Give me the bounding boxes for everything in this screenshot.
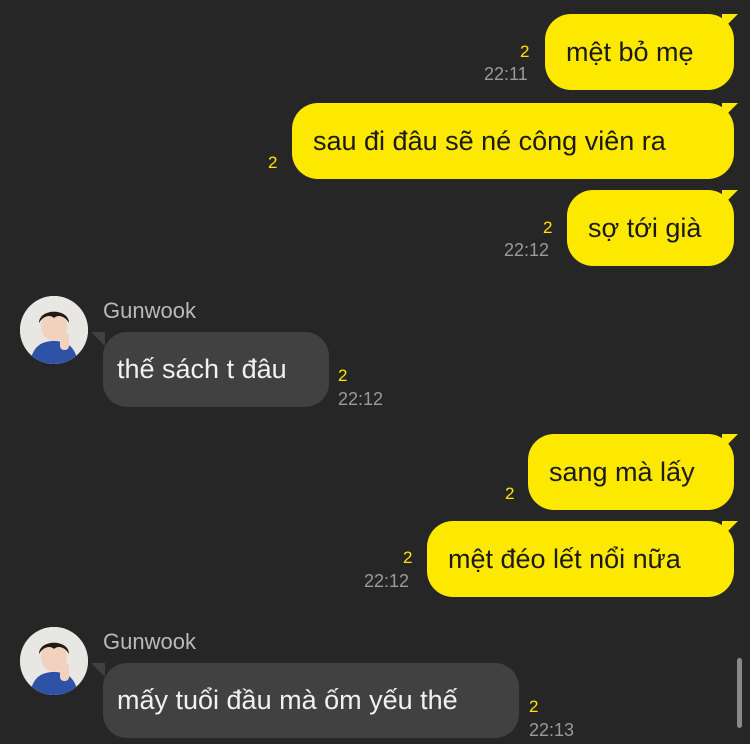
bubble-tail bbox=[91, 332, 105, 346]
message-bubble-received[interactable]: mấy tuổi đầu mà ốm yếu thế bbox=[103, 663, 519, 738]
unread-count: 2 bbox=[403, 548, 413, 567]
avatar[interactable] bbox=[20, 296, 88, 364]
message-text: mấy tuổi đầu mà ốm yếu thế bbox=[117, 685, 458, 715]
sender-name: Gunwook bbox=[103, 629, 196, 654]
message-text: mệt đéo lết nổi nữa bbox=[448, 543, 681, 574]
message-bubble-sent[interactable]: sang mà lấy bbox=[528, 434, 734, 510]
unread-count: 2 bbox=[543, 218, 553, 237]
message-bubble-received[interactable]: thế sách t đâu bbox=[103, 332, 329, 407]
message-bubble-sent[interactable]: sợ tới già bbox=[567, 190, 734, 266]
unread-count: 2 bbox=[338, 366, 348, 385]
message-bubble-sent[interactable]: mệt bỏ mẹ bbox=[545, 14, 734, 90]
unread-count: 2 bbox=[268, 153, 278, 172]
message-time: 22:13 bbox=[529, 720, 575, 740]
bubble-tail bbox=[722, 190, 738, 206]
bubble-tail bbox=[722, 103, 738, 119]
profile-photo-icon bbox=[20, 627, 88, 695]
message-time: 22:12 bbox=[364, 571, 410, 591]
message-text: sợ tới già bbox=[588, 212, 702, 243]
sender-name: Gunwook bbox=[103, 298, 196, 323]
bubble-tail bbox=[722, 14, 738, 30]
bubble-tail bbox=[722, 434, 738, 450]
message-text: sau đi đâu sẽ né công viên ra bbox=[313, 125, 666, 156]
unread-count: 2 bbox=[505, 484, 515, 503]
message-bubble-sent[interactable]: sau đi đâu sẽ né công viên ra bbox=[292, 103, 734, 179]
message-text: thế sách t đâu bbox=[117, 354, 287, 384]
avatar[interactable] bbox=[20, 627, 88, 695]
message-text: mệt bỏ mẹ bbox=[566, 36, 694, 67]
message-text: sang mà lấy bbox=[549, 456, 695, 487]
message-time: 22:12 bbox=[504, 240, 550, 260]
bubble-tail bbox=[722, 521, 738, 537]
profile-photo-icon bbox=[20, 296, 88, 364]
unread-count: 2 bbox=[529, 697, 539, 716]
unread-count: 2 bbox=[520, 42, 530, 61]
message-time: 22:12 bbox=[338, 389, 384, 409]
scrollbar[interactable] bbox=[737, 658, 742, 728]
bubble-tail bbox=[91, 663, 105, 677]
message-time: 22:11 bbox=[484, 64, 528, 84]
message-bubble-sent[interactable]: mệt đéo lết nổi nữa bbox=[427, 521, 734, 597]
